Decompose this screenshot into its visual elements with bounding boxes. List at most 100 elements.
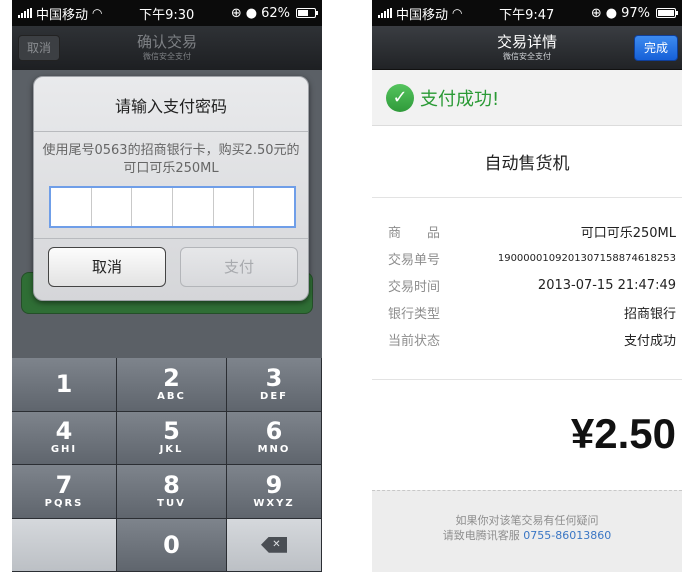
detail-value: 2013-07-15 21:47:49 bbox=[537, 278, 676, 293]
alarm-icon: ● bbox=[245, 5, 258, 21]
key-number: 7 bbox=[55, 470, 73, 499]
key-letters: JKL bbox=[159, 444, 184, 456]
dialog-cancel-button[interactable]: 取消 bbox=[48, 247, 166, 287]
password-digit-cell bbox=[132, 188, 174, 226]
key-delete[interactable]: ✕ bbox=[227, 518, 322, 572]
password-digit-cell bbox=[173, 188, 214, 226]
dialog-title: 请输入支付密码 bbox=[114, 97, 227, 116]
key-number: 9 bbox=[265, 470, 283, 499]
key-blank bbox=[12, 518, 117, 572]
carrier-label: 中国移动 bbox=[36, 7, 89, 23]
backspace-icon: ✕ bbox=[261, 536, 287, 553]
key-number: 2 bbox=[163, 363, 180, 392]
lock-rotation-icon: ⊕ bbox=[230, 5, 242, 21]
detail-row: 商 品 可口可乐250ML bbox=[388, 218, 676, 245]
nav-subtitle: 微信安全支付 bbox=[142, 52, 191, 61]
transaction-detail-screen: 中国移动 ◠ 下午9:47 ⊕ ● 97% 交易详情 微信安全支付 完成 ✓ 支… bbox=[372, 0, 682, 572]
check-icon: ✓ bbox=[386, 83, 414, 112]
clock: 下午9:30 bbox=[139, 7, 195, 23]
support-phone-link[interactable]: 0755-86013860 bbox=[523, 529, 611, 542]
key-8[interactable]: 8 TUV bbox=[117, 465, 227, 519]
key-5[interactable]: 5 JKL bbox=[117, 411, 227, 465]
password-digit-cell bbox=[92, 188, 133, 226]
dialog-message: 使用尾号0563的招商银行卡，购买2.50元的可口可乐250ML bbox=[42, 143, 300, 176]
lock-rotation-icon: ⊕ bbox=[590, 5, 602, 21]
footer-line: 请致电腾讯客服 0755-86013860 bbox=[372, 528, 682, 543]
detail-label: 交易单号 bbox=[388, 253, 441, 268]
key-letters: DEF bbox=[260, 390, 288, 402]
status-bar: 中国移动 ◠ 下午9:30 ⊕ ● 62% bbox=[12, 0, 322, 26]
battery-icon bbox=[295, 8, 318, 18]
key-1[interactable]: 1 bbox=[12, 358, 117, 412]
key-letters: ABC bbox=[157, 390, 186, 402]
detail-label: 商 品 bbox=[388, 226, 441, 241]
key-9[interactable]: 9 WXYZ bbox=[227, 465, 322, 519]
clock: 下午9:47 bbox=[499, 7, 555, 23]
detail-value: 支付成功 bbox=[623, 334, 676, 349]
key-number: 1 bbox=[55, 370, 73, 399]
key-number: 0 bbox=[163, 530, 180, 559]
battery-percent: 97% bbox=[621, 5, 650, 21]
key-7[interactable]: 7 PQRS bbox=[12, 465, 117, 519]
key-letters: MNO bbox=[257, 444, 291, 456]
key-number: 3 bbox=[265, 363, 283, 392]
key-0[interactable]: 0 bbox=[117, 518, 227, 572]
nav-bar: 交易详情 微信安全支付 完成 bbox=[372, 26, 682, 70]
divider bbox=[34, 238, 308, 239]
detail-row: 交易单号 1900000109201307158874618253 bbox=[388, 245, 676, 272]
help-footer: 如果你对该笔交易有任何疑问 请致电腾讯客服 0755-86013860 bbox=[372, 490, 682, 572]
status-bar: 中国移动 ◠ 下午9:47 ⊕ ● 97% bbox=[372, 0, 682, 26]
key-letters: TUV bbox=[157, 497, 186, 509]
footer-text: 请致电腾讯客服 bbox=[442, 529, 520, 542]
detail-value: 可口可乐250ML bbox=[580, 226, 676, 241]
key-number: 4 bbox=[55, 417, 73, 446]
key-6[interactable]: 6 MNO bbox=[227, 411, 322, 465]
nav-title-main: 交易详情 bbox=[496, 32, 557, 51]
payment-password-screen: 中国移动 ◠ 下午9:30 ⊕ ● 62% 取消 确认交易 微信安全支付 请输入… bbox=[12, 0, 322, 572]
key-3[interactable]: 3 DEF bbox=[227, 358, 322, 412]
numeric-keypad: 1 2 ABC 3 DEF 4 GHI 5 JKL 6 MNO 7 PQRS 8 TUV 9W… bbox=[12, 358, 322, 572]
signal-icon bbox=[378, 8, 392, 18]
battery-icon bbox=[655, 8, 678, 18]
key-letters: WXYZ bbox=[253, 497, 295, 509]
nav-cancel-button[interactable]: 取消 bbox=[18, 35, 61, 61]
wifi-icon: ◠ bbox=[92, 6, 103, 20]
detail-value: 1900000109201307158874618253 bbox=[497, 253, 676, 264]
nav-title: 确认交易 微信安全支付 bbox=[137, 33, 197, 63]
key-2[interactable]: 2 ABC bbox=[117, 358, 227, 412]
password-digit-cell bbox=[51, 188, 92, 226]
battery-percent: 62% bbox=[261, 5, 290, 21]
nav-bar: 取消 确认交易 微信安全支付 bbox=[12, 26, 322, 70]
detail-label: 交易时间 bbox=[388, 280, 441, 295]
detail-row: 当前状态 支付成功 bbox=[388, 326, 676, 353]
password-dialog: 请输入支付密码 使用尾号0563的招商银行卡，购买2.50元的可口可乐250ML… bbox=[33, 76, 309, 301]
transaction-details: 商 品 可口可乐250ML 交易单号 19000001092013071588746… bbox=[372, 198, 682, 380]
detail-label: 当前状态 bbox=[388, 334, 441, 349]
key-number: 8 bbox=[163, 470, 180, 499]
wifi-icon: ◠ bbox=[452, 6, 463, 20]
key-4[interactable]: 4 GHI bbox=[12, 411, 117, 465]
detail-row: 交易时间 2013-07-15 21:47:49 bbox=[388, 272, 676, 299]
detail-row: 银行类型 招商银行 bbox=[388, 299, 676, 326]
nav-title-main: 确认交易 bbox=[136, 33, 197, 51]
key-letters: PQRS bbox=[44, 497, 84, 509]
password-digit-cell bbox=[254, 188, 294, 226]
carrier-label: 中国移动 bbox=[396, 7, 449, 23]
key-letters: GHI bbox=[50, 444, 78, 456]
detail-label: 银行类型 bbox=[388, 307, 441, 322]
footer-line: 如果你对该笔交易有任何疑问 bbox=[455, 514, 599, 527]
key-number: 6 bbox=[265, 417, 283, 446]
detail-value: 招商银行 bbox=[623, 307, 676, 322]
nav-title: 交易详情 微信安全支付 bbox=[497, 33, 557, 63]
password-input[interactable] bbox=[49, 186, 296, 228]
password-digit-cell bbox=[214, 188, 255, 226]
dialog-pay-button[interactable]: 支付 bbox=[180, 247, 298, 287]
alarm-icon: ● bbox=[605, 5, 618, 21]
merchant-name: 自动售货机 bbox=[372, 126, 682, 198]
key-number: 5 bbox=[163, 417, 180, 446]
amount: ¥2.50 bbox=[570, 410, 676, 457]
nav-subtitle: 微信安全支付 bbox=[502, 51, 551, 61]
done-button[interactable]: 完成 bbox=[633, 35, 678, 61]
success-text: 支付成功! bbox=[420, 88, 500, 110]
signal-icon bbox=[18, 8, 32, 18]
